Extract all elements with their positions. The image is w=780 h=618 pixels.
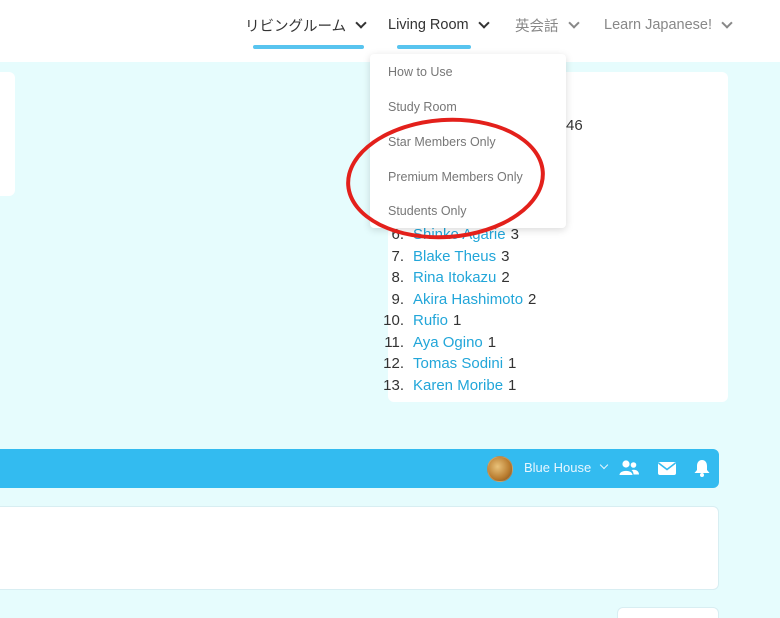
- member-score: 1: [453, 312, 462, 330]
- rank-number: 12.: [383, 355, 404, 373]
- house-name[interactable]: Blue House: [524, 460, 591, 475]
- member-link[interactable]: Karen Moribe: [413, 377, 503, 394]
- small-card: [617, 607, 719, 618]
- rank-number: 8.: [391, 269, 404, 287]
- ranking-row: 10. Rufio 1: [378, 310, 536, 332]
- rank-number: 10.: [383, 312, 404, 330]
- rank-number: 13.: [383, 376, 404, 394]
- chevron-down-icon: [477, 16, 490, 29]
- nav-item-label: Living Room: [388, 17, 469, 33]
- dropdown-item-star-members[interactable]: Star Members Only: [388, 135, 496, 149]
- nav-item-learn-japanese[interactable]: Learn Japanese!: [604, 14, 733, 36]
- member-link[interactable]: Tomas Sodini: [413, 355, 503, 372]
- bell-icon[interactable]: [691, 458, 713, 478]
- member-score: 1: [487, 333, 497, 351]
- ranking-row: 12. Tomas Sodini 1: [378, 353, 536, 375]
- dropdown-item-premium-members[interactable]: Premium Members Only: [388, 170, 523, 184]
- rank-number: 11.: [384, 333, 404, 351]
- ranking-list: 6. Shinko Agarie 3 7. Blake Theus 3 8. Rina I…: [378, 224, 536, 396]
- nav-item-living-room-jp[interactable]: リビングルーム: [245, 14, 367, 36]
- ranking-row: 7. Blake Theus 3: [378, 246, 536, 268]
- chevron-down-icon: [721, 16, 733, 29]
- rank-number: 9.: [391, 290, 404, 308]
- member-score: 2: [528, 290, 537, 308]
- nav-item-label: Learn Japanese!: [604, 17, 713, 33]
- envelope-icon[interactable]: [656, 458, 678, 478]
- nav-item-eikaiwa[interactable]: 英会話: [515, 14, 580, 36]
- ranking-row: 13. Karen Moribe 1: [378, 375, 536, 397]
- chevron-down-icon: [567, 16, 580, 29]
- ranking-score-partial: 46: [566, 117, 583, 134]
- nav-item-living-room[interactable]: Living Room: [388, 14, 490, 36]
- ranking-row: 11. Aya Ogino 1: [378, 332, 536, 354]
- member-score: 2: [501, 269, 510, 287]
- user-toolbar: [0, 449, 719, 488]
- rank-number: 7.: [391, 247, 404, 265]
- rank-number: 6.: [391, 226, 404, 244]
- active-tab-indicator: [253, 45, 364, 49]
- member-link[interactable]: Akira Hashimoto: [413, 291, 523, 308]
- avatar[interactable]: [487, 456, 513, 482]
- ranking-row: 9. Akira Hashimoto 2: [378, 289, 536, 311]
- post-input-card[interactable]: [0, 506, 719, 590]
- member-link[interactable]: Blake Theus: [413, 248, 496, 265]
- living-room-dropdown-menu: How to Use Study Room Star Members Only …: [370, 54, 566, 228]
- member-score: 1: [508, 355, 517, 373]
- dropdown-item-study-room[interactable]: Study Room: [388, 100, 457, 114]
- dropdown-item-students[interactable]: Students Only: [388, 204, 467, 218]
- chevron-down-icon: [355, 16, 367, 29]
- member-score: 3: [510, 226, 519, 244]
- member-link[interactable]: Shinko Agarie: [413, 226, 506, 243]
- nav-item-label: リビングルーム: [245, 18, 347, 35]
- member-link[interactable]: Rina Itokazu: [413, 269, 496, 286]
- nav-item-label: 英会話: [515, 18, 559, 35]
- member-link[interactable]: Aya Ogino: [413, 334, 483, 351]
- member-link[interactable]: Rufio: [413, 312, 448, 329]
- member-score: 1: [508, 376, 517, 394]
- active-tab-indicator: [397, 45, 471, 49]
- dropdown-item-how-to-use[interactable]: How to Use: [388, 65, 453, 79]
- members-icon[interactable]: [618, 458, 640, 478]
- ranking-row: 8. Rina Itokazu 2: [378, 267, 536, 289]
- member-score: 3: [501, 247, 510, 265]
- left-card: [0, 72, 15, 196]
